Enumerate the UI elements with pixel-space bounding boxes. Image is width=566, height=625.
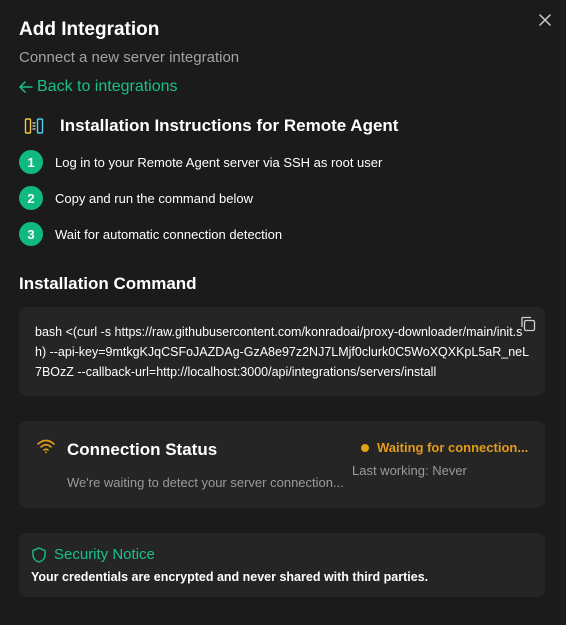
last-working-text: Last working: Never [352,463,467,478]
status-dot [361,443,369,452]
connection-status-title: Connection Status [67,440,218,459]
step-text: Wait for automatic connection detection [55,226,283,242]
step-number: 1 [19,150,43,174]
command-box: bash <(curl -s https://raw.githubusercon… [19,307,545,396]
command-title: Installation Command [19,274,197,293]
step-item: 3 Wait for automatic connection detectio… [19,222,382,246]
instructions-header: Installation Instructions for Remote Age… [24,116,398,136]
close-icon [539,14,551,26]
close-button[interactable] [536,11,554,29]
copy-button[interactable] [519,315,537,333]
instruction-steps: 1 Log in to your Remote Agent server via… [19,150,382,258]
security-notice: Security Notice Your credentials are enc… [19,533,545,597]
step-number: 3 [19,222,43,246]
back-link-label: Back to integrations [37,78,178,95]
dialog-title: Add Integration [19,19,160,40]
step-item: 1 Log in to your Remote Agent server via… [19,150,382,174]
status-badge: Waiting for connection... [361,440,528,455]
step-number: 2 [19,186,43,210]
columns-icon [24,118,44,134]
security-notice-text: Your credentials are encrypted and never… [31,570,429,584]
connection-status-card: Connection Status We're waiting to detec… [19,421,545,508]
step-text: Log in to your Remote Agent server via S… [55,154,383,170]
shield-icon [32,546,46,563]
security-notice-title: Security Notice [54,546,155,563]
command-text[interactable]: bash <(curl -s https://raw.githubusercon… [35,322,531,382]
instructions-title: Installation Instructions for Remote Age… [60,116,399,135]
connection-status-description: We're waiting to detect your server conn… [67,475,344,490]
dialog-subtitle: Connect a new server integration [19,49,240,66]
arrow-left-icon [19,81,33,93]
step-item: 2 Copy and run the command below [19,186,382,210]
add-integration-dialog: Add Integration Connect a new server int… [0,0,566,625]
security-notice-header: Security Notice [32,546,155,563]
copy-icon [521,316,536,332]
step-text: Copy and run the command below [55,190,254,206]
wifi-icon [37,439,55,454]
status-text: Waiting for connection... [377,440,529,455]
back-to-integrations-link[interactable]: Back to integrations [19,78,178,96]
